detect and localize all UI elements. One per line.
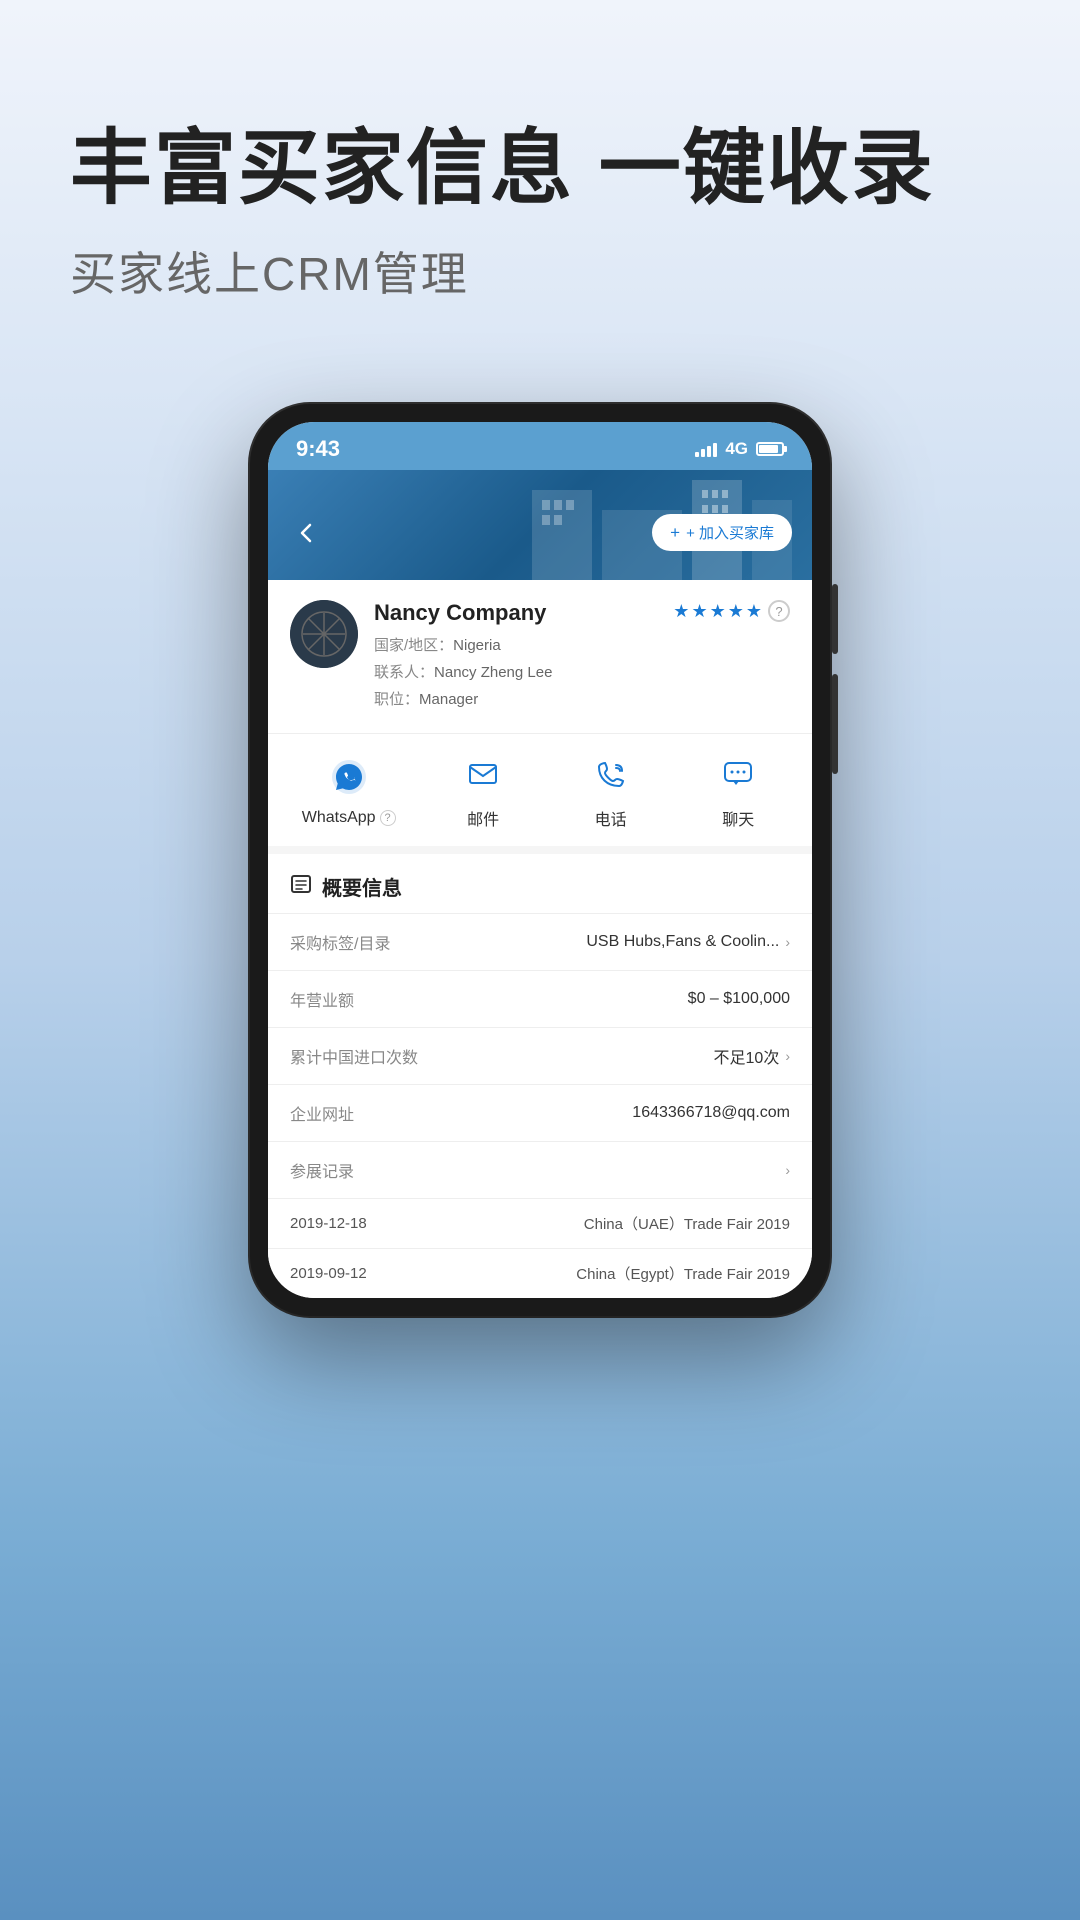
purchase-tags-value: USB Hubs,Fans & Coolin... › — [586, 933, 790, 951]
email-label: 邮件 — [467, 806, 499, 830]
phone-call-button[interactable]: 电话 — [571, 750, 651, 830]
signal-bars-icon — [695, 441, 717, 457]
position-label: 职位： — [374, 691, 419, 708]
revenue-label: 年营业额 — [290, 987, 354, 1011]
phone-screen: 9:43 4G — [268, 422, 812, 1298]
info-row-exhibition[interactable]: 参展记录 › — [268, 1141, 812, 1198]
company-country: 国家/地区：Nigeria — [374, 632, 657, 659]
trade-date-1: 2019-12-18 — [290, 1215, 420, 1232]
rating-help-icon[interactable]: ? — [768, 600, 790, 622]
country-value: Nigeria — [453, 637, 501, 654]
add-to-buyer-library-button[interactable]: + + 加入买家库 — [652, 514, 792, 551]
exhibition-value: › — [785, 1162, 790, 1178]
info-row-import-count[interactable]: 累计中国进口次数 不足10次 › — [268, 1027, 812, 1084]
trade-record-1: 2019-12-18 China（UAE）Trade Fair 2019 — [268, 1198, 812, 1248]
purchase-tags-label: 采购标签/目录 — [290, 930, 390, 954]
website-value: 1643366718@qq.com — [632, 1104, 790, 1122]
rating-stars: ★ ★ ★ ★ ★ — [673, 601, 762, 622]
header-section: 丰富买家信息 一键收录 买家线上CRM管理 — [0, 0, 1080, 344]
contact-label: 联系人： — [374, 664, 434, 681]
revenue-value: $0 – $100,000 — [688, 990, 790, 1008]
star-5: ★ — [746, 601, 762, 622]
overview-icon — [290, 873, 312, 901]
chevron-right-icon: › — [785, 934, 790, 950]
email-button[interactable]: 邮件 — [443, 750, 523, 830]
whatsapp-button[interactable]: WhatsApp ? — [302, 753, 396, 827]
battery-icon — [756, 442, 784, 456]
plus-icon: + — [670, 523, 680, 543]
info-row-purchase-tags[interactable]: 采购标签/目录 USB Hubs,Fans & Coolin... › — [268, 913, 812, 970]
star-4: ★ — [728, 601, 744, 622]
status-time: 9:43 — [296, 436, 340, 462]
info-row-website: 企业网址 1643366718@qq.com — [268, 1084, 812, 1141]
navigation-bar: + + 加入买家库 — [268, 514, 812, 551]
sub-title: 买家线上CRM管理 — [70, 238, 1010, 304]
company-contact: 联系人：Nancy Zheng Lee — [374, 659, 657, 686]
country-label: 国家/地区： — [374, 637, 453, 654]
whatsapp-label: WhatsApp ? — [302, 809, 396, 827]
whatsapp-icon — [325, 753, 373, 801]
overview-title: 概要信息 — [322, 872, 402, 901]
status-bar: 9:43 4G — [268, 422, 812, 470]
company-header: Nancy Company 国家/地区：Nigeria 联系人：Nancy Zh… — [290, 600, 790, 713]
import-count-value: 不足10次 › — [714, 1044, 790, 1068]
contact-value: Nancy Zheng Lee — [434, 664, 552, 681]
email-icon — [459, 750, 507, 798]
info-row-revenue: 年营业额 $0 – $100,000 — [268, 970, 812, 1027]
position-value: Manager — [419, 691, 478, 708]
back-button[interactable] — [288, 515, 324, 551]
phone-icon — [587, 750, 635, 798]
overview-section: 概要信息 采购标签/目录 USB Hubs,Fans & Coolin... ›… — [268, 854, 812, 1298]
status-icons: 4G — [695, 439, 784, 459]
page-content: 丰富买家信息 一键收录 买家线上CRM管理 9:43 4G — [0, 0, 1080, 1920]
chevron-right-icon-2: › — [785, 1048, 790, 1064]
whatsapp-help-icon[interactable]: ? — [380, 810, 396, 826]
chat-label: 聊天 — [722, 806, 754, 830]
phone-side-button-top — [832, 584, 838, 654]
star-2: ★ — [691, 601, 707, 622]
trade-record-2: 2019-09-12 China（Egypt）Trade Fair 2019 — [268, 1248, 812, 1298]
phone-frame: 9:43 4G — [250, 404, 830, 1316]
star-3: ★ — [710, 601, 726, 622]
trade-event-2: China（Egypt）Trade Fair 2019 — [576, 1263, 790, 1284]
exhibition-label: 参展记录 — [290, 1158, 354, 1182]
company-avatar — [290, 600, 358, 668]
main-title: 丰富买家信息 一键收录 — [70, 120, 1010, 218]
trade-date-2: 2019-09-12 — [290, 1265, 420, 1282]
chat-icon — [714, 750, 762, 798]
company-info: Nancy Company 国家/地区：Nigeria 联系人：Nancy Zh… — [374, 600, 657, 713]
add-buyer-label: + 加入买家库 — [686, 522, 774, 543]
trade-event-1: China（UAE）Trade Fair 2019 — [584, 1213, 790, 1234]
star-1: ★ — [673, 601, 689, 622]
battery-fill — [759, 445, 778, 453]
import-count-label: 累计中国进口次数 — [290, 1044, 418, 1068]
company-position: 职位：Manager — [374, 686, 657, 713]
phone-label: 电话 — [595, 806, 627, 830]
company-name: Nancy Company — [374, 600, 657, 626]
hero-image: + + 加入买家库 — [268, 470, 812, 580]
phone-mockup-container: 9:43 4G — [0, 404, 1080, 1316]
chevron-right-icon-3: › — [785, 1162, 790, 1178]
action-buttons-row: WhatsApp ? 邮件 — [268, 734, 812, 854]
phone-side-button-bottom — [832, 674, 838, 774]
chat-button[interactable]: 聊天 — [698, 750, 778, 830]
stars-section: ★ ★ ★ ★ ★ ? — [673, 600, 790, 622]
network-type: 4G — [725, 439, 748, 459]
website-label: 企业网址 — [290, 1101, 354, 1125]
company-card: Nancy Company 国家/地区：Nigeria 联系人：Nancy Zh… — [268, 580, 812, 734]
overview-header: 概要信息 — [268, 854, 812, 913]
